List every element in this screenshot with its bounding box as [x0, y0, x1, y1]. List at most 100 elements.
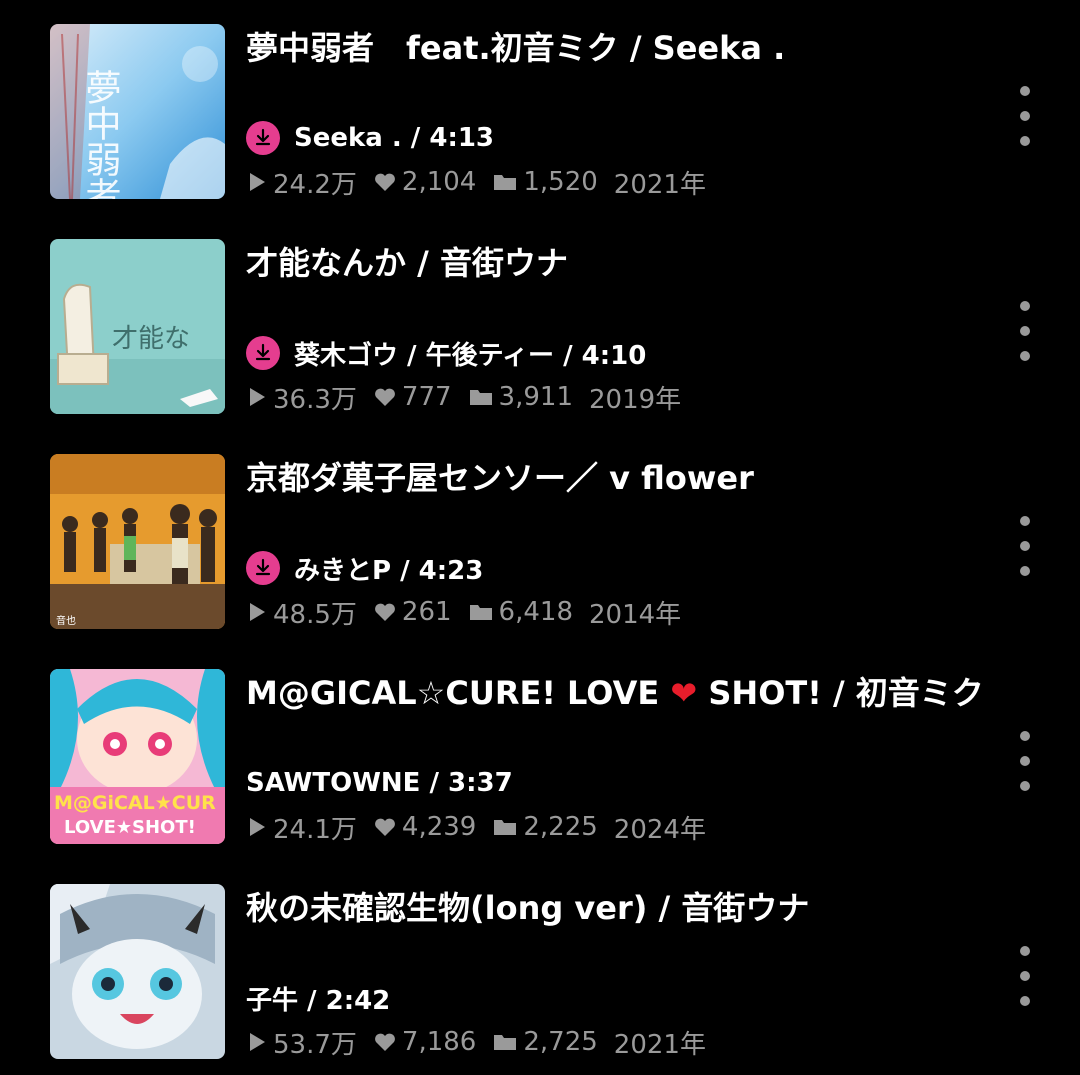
song-list: 夢中弱者 夢中弱者 feat.初音ミク / Seeka . Seeka . / … — [0, 0, 1080, 1075]
song-title-part: SHOT! / 初音ミク — [697, 674, 984, 712]
folder-icon — [469, 390, 492, 405]
artist-duration[interactable]: みきとP / 4:23 — [294, 550, 483, 587]
heart-icon — [374, 1033, 395, 1051]
download-icon[interactable] — [246, 336, 280, 370]
saves-count: 3,911 — [498, 382, 573, 412]
thumbnail-text: 夢中弱者 — [80, 69, 121, 199]
year: 2021年 — [613, 1029, 706, 1060]
artist-duration[interactable]: 子牛 / 2:42 — [246, 980, 390, 1017]
song-thumbnail[interactable]: 才能な — [50, 239, 225, 414]
folder-icon — [494, 175, 517, 190]
song-item[interactable]: 夢中弱者 夢中弱者 feat.初音ミク / Seeka . Seeka . / … — [0, 24, 1080, 200]
song-item[interactable]: 秋の未確認生物(long ver) / 音街ウナ 子牛 / 2:42 53.7万… — [0, 884, 1080, 1060]
folder-icon — [494, 820, 517, 835]
plays-count: 24.2万 — [273, 169, 357, 200]
heart-icon — [374, 173, 395, 191]
likes-stat: 261 — [373, 597, 452, 627]
likes-count: 4,239 — [401, 812, 477, 842]
play-icon — [250, 388, 265, 406]
saves-count: 6,418 — [498, 597, 573, 627]
song-item[interactable]: 才能な 才能なんか / 音街ウナ 葵木ゴウ / 午後ティー / 4:10 36.… — [0, 239, 1080, 415]
saves-stat: 3,911 — [468, 382, 573, 412]
folder-icon — [494, 1035, 517, 1050]
heart-icon — [374, 603, 395, 621]
more-vertical-icon[interactable] — [1010, 946, 1040, 1006]
thumbnail-text: LOVE★SHOT! — [64, 817, 196, 838]
thumbnail-art: 才能な — [50, 239, 225, 414]
folder-icon — [469, 605, 492, 620]
song-title: M@GICAL☆CURE! LOVE ❤ SHOT! / 初音ミク — [246, 673, 986, 713]
thumbnail-text: 音也 — [56, 614, 76, 627]
saves-stat: 2,225 — [492, 812, 598, 842]
song-stats: 24.1万 4,239 2,225 2024年 — [246, 809, 722, 845]
likes-stat: 777 — [373, 382, 452, 412]
year: 2024年 — [613, 814, 706, 845]
likes-count: 777 — [401, 382, 452, 412]
thumbnail-art — [50, 884, 225, 1059]
song-title: 秋の未確認生物(long ver) / 音街ウナ — [246, 889, 810, 927]
song-title-part: M@GICAL☆CURE! LOVE — [246, 674, 671, 712]
play-icon — [250, 1033, 265, 1051]
plays-stat: 48.5万 — [246, 594, 357, 631]
plays-stat: 36.3万 — [246, 379, 357, 416]
artist-row: みきとP / 4:23 — [246, 550, 483, 586]
year: 2014年 — [588, 599, 682, 630]
likes-count: 2,104 — [401, 167, 477, 197]
year: 2021年 — [613, 169, 706, 200]
heart-icon — [374, 388, 395, 406]
artist-row: SAWTOWNE / 3:37 — [246, 765, 513, 801]
play-icon — [250, 603, 265, 621]
artist-duration[interactable]: SAWTOWNE / 3:37 — [246, 768, 513, 798]
heart-icon — [374, 818, 395, 836]
saves-stat: 1,520 — [492, 167, 598, 197]
saves-stat: 6,418 — [468, 597, 573, 627]
song-item[interactable]: 音也 京都ダ菓子屋センソー／ v flower みきとP / 4:23 48.5… — [0, 454, 1080, 630]
song-thumbnail[interactable] — [50, 884, 225, 1059]
likes-stat: 4,239 — [373, 812, 476, 842]
plays-count: 24.1万 — [273, 814, 357, 845]
song-thumbnail[interactable]: M@GiCAL★CUR LOVE★SHOT! — [50, 669, 225, 844]
saves-count: 2,225 — [523, 812, 598, 842]
more-vertical-icon[interactable] — [1010, 301, 1040, 361]
plays-count: 48.5万 — [273, 599, 357, 630]
saves-count: 1,520 — [523, 167, 598, 197]
download-icon[interactable] — [246, 121, 280, 155]
song-stats: 53.7万 7,186 2,725 2021年 — [246, 1024, 722, 1060]
saves-count: 2,725 — [523, 1027, 598, 1057]
artist-duration[interactable]: 葵木ゴウ / 午後ティー / 4:10 — [294, 335, 646, 372]
more-vertical-icon[interactable] — [1010, 731, 1040, 791]
likes-count: 261 — [401, 597, 452, 627]
more-vertical-icon[interactable] — [1010, 86, 1040, 146]
song-thumbnail[interactable]: 夢中弱者 — [50, 24, 225, 199]
song-title: 才能なんか / 音街ウナ — [246, 244, 568, 282]
thumbnail-art: M@GiCAL★CUR LOVE★SHOT! — [50, 669, 225, 844]
likes-count: 7,186 — [401, 1027, 477, 1057]
thumbnail-text: M@GiCAL★CUR — [54, 792, 216, 814]
artist-row: 葵木ゴウ / 午後ティー / 4:10 — [246, 335, 646, 371]
plays-stat: 24.2万 — [246, 164, 357, 201]
download-icon[interactable] — [246, 551, 280, 585]
artist-row: 子牛 / 2:42 — [246, 980, 390, 1016]
song-item[interactable]: M@GiCAL★CUR LOVE★SHOT! M@GICAL☆CURE! LOV… — [0, 669, 1080, 845]
likes-stat: 7,186 — [373, 1027, 476, 1057]
artist-row: Seeka . / 4:13 — [246, 120, 494, 156]
song-title: 夢中弱者 feat.初音ミク / Seeka . — [246, 29, 786, 67]
red-heart-icon: ❤ — [670, 674, 698, 712]
plays-count: 53.7万 — [273, 1029, 357, 1060]
song-stats: 48.5万 261 6,418 2014年 — [246, 594, 697, 630]
likes-stat: 2,104 — [373, 167, 476, 197]
play-icon — [250, 818, 265, 836]
song-thumbnail[interactable]: 音也 — [50, 454, 225, 629]
saves-stat: 2,725 — [492, 1027, 598, 1057]
song-stats: 36.3万 777 3,911 2019年 — [246, 379, 697, 415]
year: 2019年 — [588, 384, 682, 415]
thumbnail-art: 夢中弱者 — [50, 24, 225, 199]
plays-stat: 24.1万 — [246, 809, 357, 846]
plays-stat: 53.7万 — [246, 1024, 357, 1061]
song-stats: 24.2万 2,104 1,520 2021年 — [246, 164, 722, 200]
artist-duration[interactable]: Seeka . / 4:13 — [294, 123, 494, 153]
thumbnail-art: 音也 — [50, 454, 225, 629]
more-vertical-icon[interactable] — [1010, 516, 1040, 576]
plays-count: 36.3万 — [273, 384, 357, 415]
play-icon — [250, 173, 265, 191]
